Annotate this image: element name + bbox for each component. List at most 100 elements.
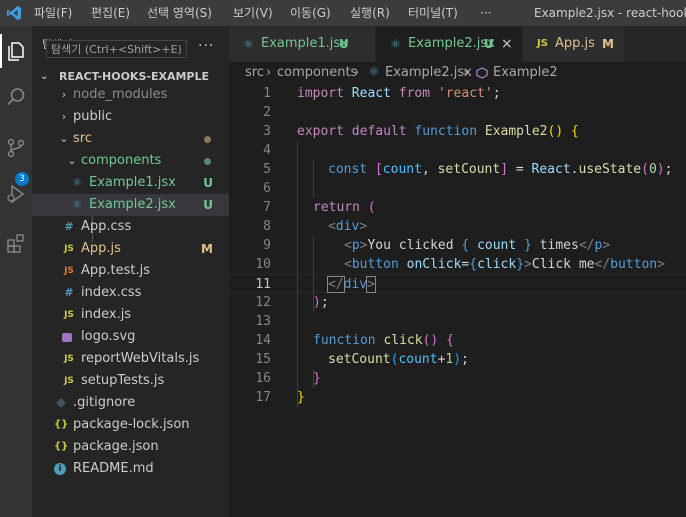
code-text: const [count, setCount] = React.useState… (328, 162, 673, 177)
tree-item-label: App.test.js (81, 263, 151, 278)
tree-item-label: components (81, 153, 162, 168)
explorer-icon[interactable] (0, 33, 32, 69)
tree-item-node-modules[interactable]: › node_modules (32, 84, 229, 106)
tree-item-app-css[interactable]: # App.css (32, 216, 229, 238)
code-line-current: 11 </div> (229, 274, 686, 293)
tree-item-index-js[interactable]: JS index.js (32, 304, 229, 326)
react-file-icon: ⚛ (390, 37, 401, 51)
breadcrumb-components[interactable]: components (277, 62, 357, 84)
code-line: 4 (229, 141, 686, 160)
tree-item-index-css[interactable]: # index.css (32, 282, 229, 304)
tree-item-label: index.css (81, 285, 142, 300)
menu-selection[interactable]: 선택 영역(S) (147, 0, 212, 26)
line-number: 14 (255, 333, 271, 348)
tree-item-logo-svg[interactable]: logo.svg (32, 326, 229, 348)
code-line: 10 <button onClick={click}>Click me</butt… (229, 255, 686, 274)
line-number: 5 (263, 162, 271, 177)
run-debug-icon[interactable] (0, 176, 32, 212)
code-line: 12); (229, 293, 686, 312)
line-number: 2 (263, 105, 271, 120)
tab-example1[interactable]: ⚛ Example1.jsx U (229, 26, 376, 62)
tab-example2[interactable]: ⚛ Example2.jsx U × (376, 26, 523, 62)
breadcrumb: src › components › ⚛ Example2.jsx › Exam… (229, 62, 686, 84)
tree-item-package-json[interactable]: {} package.json (32, 436, 229, 458)
tab-app-js[interactable]: JS App.js M (523, 26, 625, 62)
tree-item-readme[interactable]: i README.md (32, 458, 229, 480)
symbol-icon (476, 62, 488, 84)
vscode-logo-icon[interactable] (0, 0, 28, 26)
code-text: } (313, 371, 321, 386)
tree-item-package-lock[interactable]: {} package-lock.json (32, 414, 229, 436)
tree-item-example1[interactable]: ⚛ Example1.jsx U (32, 172, 229, 194)
modified-dot-icon (204, 136, 211, 143)
menu-run[interactable]: 실행(R) (350, 0, 390, 26)
chevron-right-icon: › (61, 88, 67, 101)
untracked-dot-icon (204, 158, 211, 165)
code-line: 3 export default function Example2() { (229, 122, 686, 141)
line-number: 1 (263, 86, 271, 101)
tree-item-report-web-vitals[interactable]: JS reportWebVitals.js (32, 348, 229, 370)
menu-terminal[interactable]: 터미널(T) (408, 0, 458, 26)
breadcrumb-symbol[interactable]: Example2 (493, 62, 558, 84)
tree-item-label: package-lock.json (73, 417, 190, 432)
code-text: <button onClick={click}>Click me</button… (344, 257, 665, 272)
tab-label: Example2.jsx (408, 36, 495, 51)
code-line: 14 function click() { (229, 331, 686, 350)
chevron-down-icon: ⌄ (59, 132, 69, 145)
tree-item-app-test-js[interactable]: JS App.test.js (32, 260, 229, 282)
breadcrumb-src[interactable]: src (245, 62, 264, 84)
modified-status: M (602, 37, 614, 51)
react-file-icon: ⚛ (368, 65, 380, 80)
line-number: 3 (263, 124, 271, 139)
untracked-status: U (339, 37, 349, 51)
extensions-icon[interactable] (0, 225, 32, 261)
modified-status: M (201, 242, 213, 256)
code-editor[interactable]: 1 import React from 'react'; 2 3 export de… (229, 84, 686, 517)
breadcrumb-separator: › (463, 65, 469, 80)
menu-edit[interactable]: 편집(E) (91, 0, 130, 26)
react-file-icon: ⚛ (72, 198, 82, 211)
line-number: 11 (255, 277, 271, 292)
title-bar: 파일(F) 편집(E) 선택 영역(S) 보기(V) 이동(G) 실행(R) 터… (0, 0, 686, 26)
js-file-icon: JS (64, 310, 74, 320)
breadcrumb-file[interactable]: Example2.jsx (385, 62, 472, 84)
tree-item-public[interactable]: › public (32, 106, 229, 128)
tree-item-src[interactable]: ⌄ src (32, 128, 229, 150)
tree-item-components[interactable]: ⌄ components (32, 150, 229, 172)
code-line: 2 (229, 103, 686, 122)
untracked-status: U (203, 176, 213, 190)
tree-item-label: setupTests.js (81, 373, 165, 388)
tree-item-gitignore[interactable]: .gitignore (32, 392, 229, 414)
code-text: } (297, 390, 305, 405)
line-number: 13 (255, 314, 271, 329)
tree-item-setup-tests[interactable]: JS setupTests.js (32, 370, 229, 392)
line-number: 15 (255, 352, 271, 367)
test-file-icon: JS (64, 266, 74, 276)
code-text: setCount(count+1); (328, 352, 469, 367)
code-text: <p>You clicked { count } times</p> (344, 238, 611, 253)
close-tab-icon[interactable]: × (501, 26, 513, 62)
tree-item-app-js[interactable]: JS App.js M (32, 238, 229, 260)
tree-item-label: App.js (81, 241, 121, 256)
code-line: 8 <div> (229, 217, 686, 236)
code-line: 9 <p>You clicked { count } times</p> (229, 236, 686, 255)
tree-item-label: logo.svg (81, 329, 136, 344)
code-text: <div> (328, 219, 368, 234)
source-control-icon[interactable] (0, 130, 32, 166)
search-icon[interactable] (0, 79, 32, 115)
tree-item-label: App.css (81, 219, 132, 234)
menu-view[interactable]: 보기(V) (233, 0, 273, 26)
code-text: ); (313, 295, 329, 310)
code-line: 13 (229, 312, 686, 331)
react-file-icon: ⚛ (72, 176, 82, 189)
more-actions-icon[interactable]: ··· (198, 38, 214, 54)
menu-file[interactable]: 파일(F) (34, 0, 72, 26)
css-file-icon: # (64, 220, 74, 233)
tree-item-example2[interactable]: ⚛ Example2.jsx U (32, 194, 229, 216)
breadcrumb-separator: › (266, 65, 272, 80)
js-file-icon: JS (64, 376, 74, 386)
menu-more[interactable]: ··· (480, 0, 491, 26)
code-text: export default function Example2() { (297, 124, 579, 139)
menu-go[interactable]: 이동(G) (290, 0, 331, 26)
code-line: 5 const [count, setCount] = React.useStat… (229, 160, 686, 179)
